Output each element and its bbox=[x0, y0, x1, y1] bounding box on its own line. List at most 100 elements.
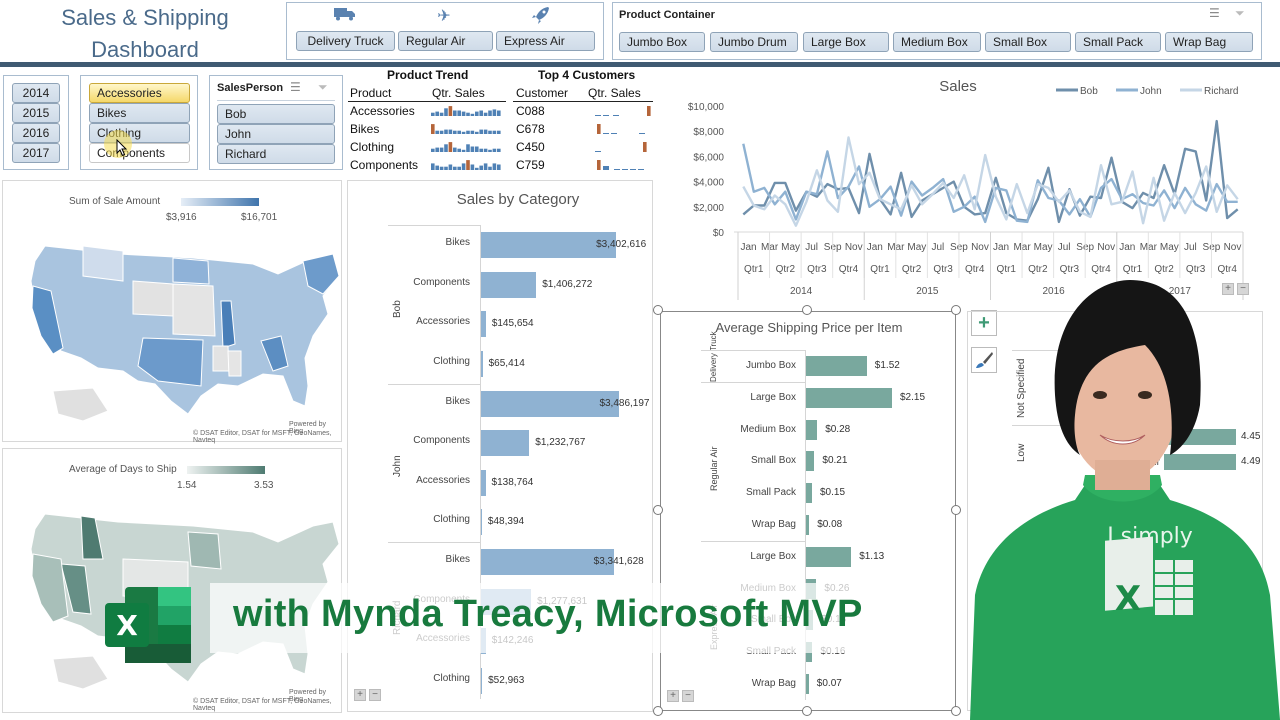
category-label: Wrap Bag bbox=[751, 519, 796, 530]
sparkline-bar bbox=[435, 147, 439, 152]
slicer-item-regular-air[interactable]: Regular Air bbox=[398, 31, 493, 51]
slicer-item[interactable]: Small Pack bbox=[1075, 32, 1161, 52]
resize-handle[interactable] bbox=[802, 706, 812, 716]
data-label: $145,654 bbox=[491, 318, 534, 329]
us-map-sales bbox=[30, 245, 340, 422]
product-container-slicer: Product Container ☰ ⏷ Jumbo Box Jumbo Dr… bbox=[612, 2, 1262, 60]
table-row: Components bbox=[350, 158, 419, 172]
clear-filter-icon[interactable]: ⏷ bbox=[1235, 6, 1245, 21]
banner-text: with Mynda Treacy, Microsoft MVP bbox=[233, 593, 863, 635]
slicer-item-year[interactable]: 2015 bbox=[12, 103, 60, 123]
x-tick-month: Jan bbox=[740, 242, 756, 253]
sparkline-bar bbox=[483, 112, 488, 116]
slicer-item[interactable]: Large Box bbox=[803, 32, 889, 52]
group-divider bbox=[701, 540, 806, 542]
group-label: Delivery Truck bbox=[709, 331, 718, 382]
col-customer: Customer bbox=[516, 86, 569, 100]
sparkline-bar bbox=[483, 148, 488, 152]
bar-wrap-bag bbox=[806, 674, 809, 694]
x-tick-month: Jan bbox=[1119, 242, 1135, 253]
sparkline-bar bbox=[622, 169, 628, 170]
sparkline-bar bbox=[470, 113, 475, 116]
x-tick-quarter: Qtr4 bbox=[1217, 264, 1237, 275]
data-label: $65,414 bbox=[488, 357, 525, 369]
sparkline-bar bbox=[461, 163, 466, 170]
sparkline-bar bbox=[435, 165, 439, 170]
data-label: $0.21 bbox=[822, 455, 848, 467]
x-tick-quarter: Qtr2 bbox=[1028, 264, 1048, 275]
slicer-item[interactable]: Small Box bbox=[985, 32, 1071, 52]
sparkline-bar bbox=[444, 166, 448, 170]
slicer-item[interactable]: Jumbo Box bbox=[619, 32, 705, 52]
expand-button[interactable]: + bbox=[354, 689, 366, 701]
expand-button[interactable]: + bbox=[667, 690, 679, 702]
category-label: Components bbox=[413, 435, 470, 446]
category-label: Components bbox=[413, 276, 470, 288]
data-label: $1.52 bbox=[874, 360, 900, 371]
series-line-john bbox=[742, 143, 1238, 224]
sparkline-bar bbox=[603, 166, 609, 170]
resize-handle[interactable] bbox=[951, 505, 961, 515]
category-label: Small Box bbox=[750, 455, 796, 467]
sparkline-bar bbox=[613, 115, 619, 116]
resize-handle[interactable] bbox=[951, 305, 961, 315]
slicer-item[interactable]: Jumbo Drum bbox=[710, 32, 798, 52]
bar-bob-components bbox=[480, 271, 537, 298]
category-label: Large Box bbox=[750, 550, 796, 562]
slicer-divider bbox=[217, 100, 335, 101]
ship-mode-slicer: ✈ Delivery Truck Regular Air Express Air bbox=[286, 2, 604, 60]
product-sparklines bbox=[431, 106, 501, 170]
multi-select-icon[interactable]: ☰ bbox=[1209, 6, 1220, 20]
category-label: Clothing bbox=[433, 514, 470, 525]
data-label: $1,406,272 bbox=[542, 278, 593, 290]
resize-handle[interactable] bbox=[802, 305, 812, 315]
sparkline-bar bbox=[461, 131, 466, 134]
resize-handle[interactable] bbox=[951, 706, 961, 716]
bar-small-box bbox=[806, 451, 815, 472]
multi-select-icon[interactable]: ☰ bbox=[290, 80, 301, 94]
collapse-button[interactable]: − bbox=[369, 689, 381, 701]
slicer-item-richard[interactable]: Richard bbox=[217, 144, 335, 164]
x-tick-month: Jul bbox=[1058, 242, 1071, 253]
clear-filter-icon[interactable]: ⏷ bbox=[318, 80, 328, 95]
series-line-richard bbox=[742, 136, 1239, 227]
map-copyright: © DSAT Editor, DSAT for MSFT, GeoNames, … bbox=[193, 698, 332, 712]
sparkline-bar bbox=[630, 169, 636, 170]
resize-handle[interactable] bbox=[653, 706, 663, 716]
collapse-button[interactable]: − bbox=[682, 690, 694, 702]
data-label: $3,402,616 bbox=[596, 239, 647, 250]
x-tick-quarter: Qtr4 bbox=[1091, 264, 1111, 275]
slicer-item-bob[interactable]: Bob bbox=[217, 104, 335, 124]
slicer-item-john[interactable]: John bbox=[217, 124, 335, 144]
map-legend-max: 3.53 bbox=[254, 480, 274, 491]
bar-jumbo-box bbox=[806, 356, 867, 376]
slicer-item-delivery-truck[interactable]: Delivery Truck bbox=[296, 31, 395, 51]
table-row: C088 bbox=[516, 104, 545, 118]
category-label: Bikes bbox=[445, 237, 470, 248]
slicer-item-bikes[interactable]: Bikes bbox=[89, 103, 190, 123]
sparkline-bar bbox=[470, 146, 475, 152]
slicer-item-year[interactable]: 2016 bbox=[12, 123, 60, 143]
slicer-item-year[interactable]: 2017 bbox=[12, 143, 60, 163]
bar-large-box bbox=[806, 546, 852, 567]
sparkline-bar bbox=[448, 142, 453, 152]
slicer-item-year[interactable]: 2014 bbox=[12, 83, 60, 103]
slicer-item[interactable]: Medium Box bbox=[893, 32, 981, 52]
y-tick-label: $6,000 bbox=[693, 152, 724, 163]
sparkline-bar bbox=[453, 110, 457, 116]
category-label: Small Pack bbox=[745, 487, 796, 499]
category-label: Medium Box bbox=[740, 423, 796, 435]
slicer-item-express-air[interactable]: Express Air bbox=[496, 31, 595, 51]
sparkline-bar bbox=[461, 149, 466, 152]
bar-large-box bbox=[806, 387, 892, 408]
category-label: Jumbo Box bbox=[745, 360, 796, 371]
sparkline-bar bbox=[453, 166, 457, 170]
sparkline-bar bbox=[439, 112, 444, 116]
x-tick-month: May bbox=[907, 242, 926, 253]
slicer-item-accessories[interactable]: Accessories bbox=[89, 83, 190, 103]
slicer-item[interactable]: Wrap Bag bbox=[1165, 32, 1253, 52]
sparkline-bar bbox=[431, 124, 435, 134]
resize-handle[interactable] bbox=[653, 305, 663, 315]
resize-handle[interactable] bbox=[653, 505, 663, 515]
data-label: $3,341,628 bbox=[593, 556, 644, 567]
